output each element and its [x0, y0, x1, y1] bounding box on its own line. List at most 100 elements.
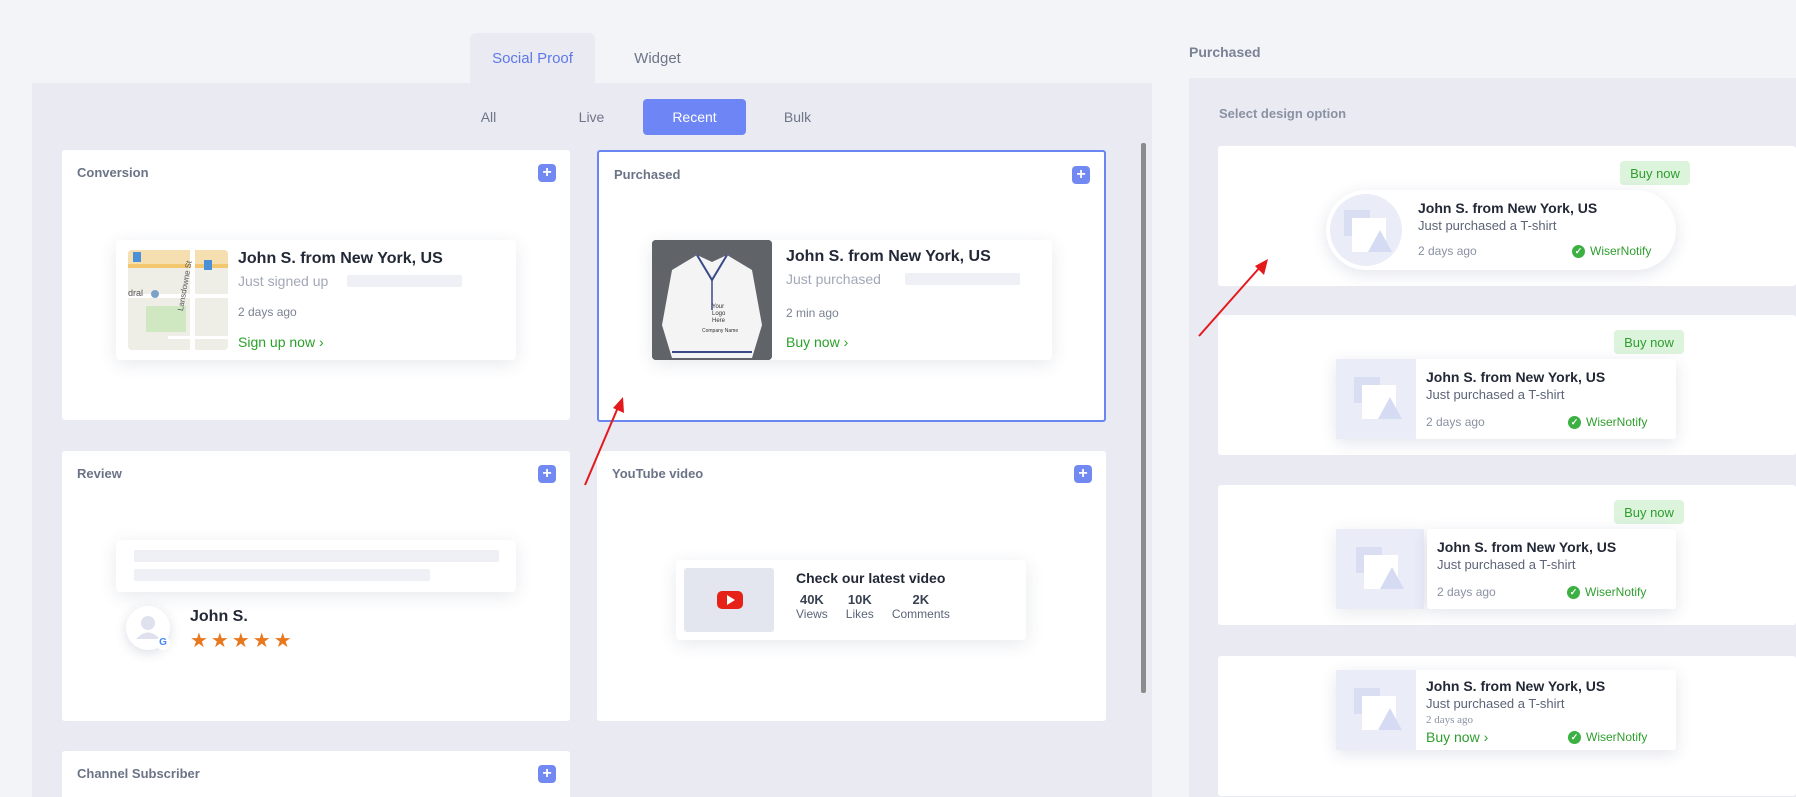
card-title: Purchased: [614, 167, 681, 182]
tshirt-image: Your Logo Here Company Name: [652, 240, 772, 360]
subtab-live[interactable]: Live: [540, 99, 643, 135]
map-label-dral: dral: [128, 288, 144, 298]
stat-label: Views: [796, 607, 828, 621]
notification-time: 2 days ago: [1418, 244, 1477, 258]
card-title: Review: [77, 466, 122, 481]
sign-up-now-link[interactable]: Sign up now ›: [238, 334, 324, 350]
video-thumbnail: [684, 568, 774, 632]
purchased-card[interactable]: Purchased + Your Logo Here Company Name …: [597, 150, 1106, 422]
stat-value: 2K: [912, 592, 930, 607]
annotation-arrow-left: [584, 397, 624, 486]
add-channel-subscriber-button[interactable]: +: [538, 765, 556, 783]
review-card[interactable]: Review + G John S. ★★★★★: [62, 451, 570, 721]
cta-label: Sign up now: [238, 334, 316, 350]
add-conversion-button[interactable]: +: [538, 164, 556, 182]
buy-now-pill: Buy now: [1620, 161, 1690, 185]
notification-name: John S. from New York, US: [1437, 539, 1617, 555]
conversion-card[interactable]: Conversion + dral Lansdowne St John S. f…: [62, 150, 570, 420]
image-placeholder: [1336, 670, 1416, 750]
video-heading: Check our latest video: [796, 570, 946, 586]
notification-preview: John S. from New York, US Just purchased…: [1326, 190, 1676, 270]
notification-time: 2 min ago: [786, 306, 839, 320]
cta-label: Buy now: [1426, 729, 1480, 745]
brand-label: WiserNotify: [1586, 730, 1648, 744]
youtube-card[interactable]: YouTube video + Check our latest video 4…: [597, 451, 1106, 721]
purchased-notification-preview: Your Logo Here Company Name John S. from…: [652, 240, 1052, 360]
stat-views: 40K Views: [796, 592, 828, 621]
stat-value: 40K: [799, 592, 824, 607]
image-placeholder: [1336, 529, 1424, 609]
placeholder-bar: [905, 273, 1020, 285]
review-text-line: [134, 550, 499, 562]
review-bubble: [116, 540, 516, 592]
youtube-icon: [717, 591, 743, 609]
notification-time: 2 days ago: [1426, 415, 1485, 429]
top-tabs: Social Proof Widget: [470, 33, 720, 83]
check-circle-icon: ✓: [1567, 585, 1580, 599]
image-card: [1336, 529, 1424, 609]
buy-now-pill: Buy now: [1614, 500, 1684, 524]
wisernotify-badge: ✓ WiserNotify: [1568, 415, 1647, 429]
design-option-3[interactable]: Buy now John S. from New York, US Just p…: [1218, 485, 1796, 625]
subtab-recent[interactable]: Recent: [643, 99, 746, 135]
brand-label: WiserNotify: [1585, 585, 1647, 599]
buy-now-link[interactable]: Buy now ›: [786, 334, 848, 350]
check-circle-icon: ✓: [1572, 244, 1585, 258]
stat-likes: 10K Likes: [846, 592, 874, 621]
buy-now-link[interactable]: Buy now ›: [1426, 729, 1488, 745]
chevron-right-icon: ›: [843, 334, 849, 350]
design-option-2[interactable]: Buy now John S. from New York, US Just p…: [1218, 315, 1796, 455]
add-youtube-button[interactable]: +: [1074, 465, 1092, 483]
reviewer-name: John S.: [190, 608, 248, 625]
notification-name: John S. from New York, US: [238, 250, 443, 267]
check-circle-icon: ✓: [1568, 415, 1581, 429]
video-stats: 40K Views 10K Likes 2K Comments: [796, 592, 950, 621]
notification-sub: Just purchased a T-shirt: [1437, 557, 1576, 572]
notification-time: 2 days ago: [238, 305, 297, 319]
placeholder-bar: [347, 275, 462, 287]
image-placeholder: [1330, 194, 1402, 266]
stat-comments: 2K Comments: [892, 592, 950, 621]
subtab-all[interactable]: All: [437, 99, 540, 135]
chevron-right-icon: ›: [1483, 729, 1489, 745]
add-purchased-button[interactable]: +: [1072, 166, 1090, 184]
tab-social-proof[interactable]: Social Proof: [470, 33, 595, 83]
subtab-bulk[interactable]: Bulk: [746, 99, 849, 135]
avatar: G: [126, 606, 170, 650]
design-option-1[interactable]: Buy now John S. from New York, US Just p…: [1218, 146, 1796, 286]
card-title: Conversion: [77, 165, 149, 180]
design-option-4[interactable]: John S. from New York, US Just purchased…: [1218, 656, 1796, 796]
stat-label: Comments: [891, 607, 950, 621]
scrollbar[interactable]: [1141, 143, 1146, 693]
notification-time: 2 days ago: [1437, 585, 1496, 599]
channel-subscriber-card[interactable]: Channel Subscriber +: [62, 751, 570, 797]
design-options-panel: Select design option Buy now John S. fro…: [1189, 78, 1796, 797]
cta-label: Buy now: [786, 334, 840, 350]
google-icon: G: [156, 636, 170, 650]
brand-label: WiserNotify: [1590, 244, 1652, 258]
conversion-notification-preview: dral Lansdowne St John S. from New York,…: [116, 240, 516, 360]
review-text-line: [134, 569, 430, 581]
notification-sub: Just purchased a T-shirt: [1418, 218, 1557, 233]
notification-name: John S. from New York, US: [1418, 200, 1598, 216]
brand-label: WiserNotify: [1586, 415, 1648, 429]
notification-sub: Just purchased a T-shirt: [1426, 696, 1565, 711]
stat-value: 10K: [847, 592, 872, 607]
tab-widget[interactable]: Widget: [595, 33, 720, 83]
wisernotify-badge: ✓ WiserNotify: [1567, 585, 1646, 599]
notification-action: Just purchased: [786, 271, 881, 287]
shirt-logo-text: Your Logo Here: [712, 304, 726, 324]
panel-title: Purchased: [1189, 44, 1261, 60]
shirt-company-text: Company Name: [702, 328, 739, 334]
check-circle-icon: ✓: [1568, 730, 1581, 744]
notification-name: John S. from New York, US: [1426, 678, 1606, 694]
map-image: dral Lansdowne St: [128, 250, 228, 350]
notification-name: John S. from New York, US: [1426, 369, 1606, 385]
buy-now-pill: Buy now: [1614, 330, 1684, 354]
notification-preview: John S. from New York, US Just purchased…: [1336, 670, 1676, 750]
annotation-arrow-right: [1198, 259, 1268, 337]
chevron-right-icon: ›: [318, 334, 324, 350]
wisernotify-badge: ✓ WiserNotify: [1568, 730, 1647, 744]
notification-action: Just signed up: [238, 273, 329, 289]
add-review-button[interactable]: +: [538, 465, 556, 483]
